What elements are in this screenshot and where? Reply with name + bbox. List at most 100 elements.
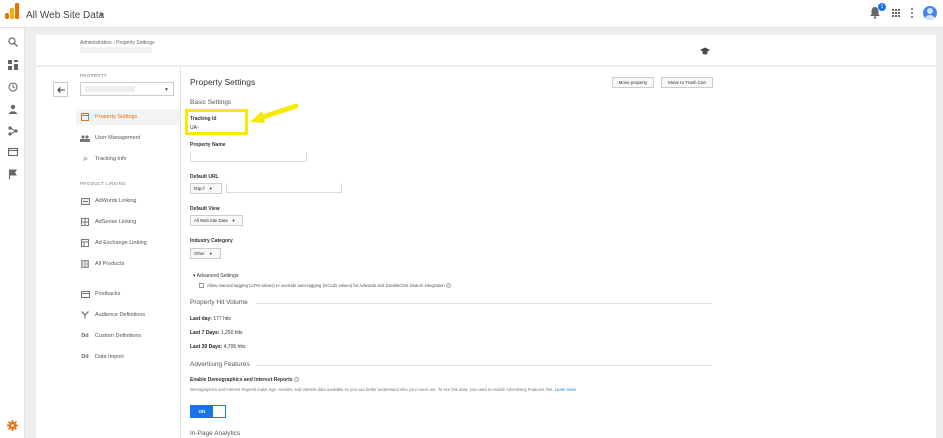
in-page-analytics-heading: In-Page Analytics [190,430,241,437]
advanced-settings-toggle[interactable]: ▾ Advanced Settings [193,273,238,279]
demographics-desc-text: Demographics and Interest Reports make A… [190,387,554,392]
graduation-cap-icon[interactable] [700,47,710,55]
manual-tagging-text: Allow manual tagging (UTM values) to ove… [207,283,445,288]
avatar[interactable] [923,6,937,20]
sidebar-item-adsense-linking[interactable]: AdSense Linking [80,215,136,229]
top-bar: All Web Site Data ▼ 1 [0,0,943,28]
url-scheme-dropdown[interactable]: http://▼ [190,183,222,194]
sidebar-item-label: Custom Definitions [95,333,142,339]
redacted-property-name [85,86,135,92]
sidebar-item-tracking-info[interactable]: .js Tracking Info [80,152,127,166]
demographics-toggle[interactable]: ON [190,405,226,418]
sidebar-item-adwords-linking[interactable]: AdWords Linking [80,194,136,208]
annotation-arrow-icon [250,104,298,123]
default-view-label: Default View [190,206,220,212]
sidebar-item-custom-definitions[interactable]: Dd Custom Definitions [80,329,141,343]
notification-badge: 1 [878,3,886,11]
dd-icon: Dd [81,354,89,360]
help-icon[interactable]: ? [293,377,299,382]
default-url-label: Default URL [190,174,219,180]
sidebar-item-audience-definitions[interactable]: Audience Definitions [80,308,145,322]
chevron-down-icon: ▼ [208,186,213,191]
page-title: Property Settings [190,77,256,87]
sidebar-item-user-management[interactable]: User Management [80,131,140,145]
demographics-description: Demographics and Interest Reports make A… [190,386,715,393]
move-property-button[interactable]: Move property [612,77,654,88]
last-7-days-label: Last 7 Days: [190,330,220,336]
sidebar-item-postbacks[interactable]: Postbacks [80,287,120,301]
sidebar-item-ad-exchange-linking[interactable]: Ad Exchange Linking [80,236,147,250]
search-icon[interactable] [7,36,18,47]
last-day-value: 177 hits [213,316,231,322]
default-view-dropdown[interactable]: All Web Site Data ▼ [190,215,243,226]
default-view-value: All Web Site Data [194,218,228,223]
property-name-input[interactable] [190,152,307,162]
sidebar-item-label: AdSense Linking [95,219,137,225]
back-button[interactable] [53,82,68,97]
last-7-days-hits: Last 7 Days: 1,250 hits [190,330,243,336]
sidebar-item-property-settings[interactable]: Property Settings [80,110,137,124]
property-dropdown[interactable]: ▼ [80,82,174,96]
analytics-logo-icon[interactable] [5,3,19,19]
audience-icon [80,311,90,319]
basic-settings-heading: Basic Settings [190,99,232,106]
adwords-icon [80,197,90,205]
help-icon[interactable]: ? [445,283,451,288]
learn-more-link[interactable]: Learn more [555,387,576,392]
left-rail [0,28,25,438]
url-scheme-value: http:// [194,186,205,191]
sidebar-item-label: Data Import [95,354,124,360]
sidebar-item-label: All Products [95,261,125,267]
sidebar-item-label: User Management [95,135,141,141]
industry-category-label: Industry Category [190,238,233,244]
users-icon [80,134,90,142]
demographics-label: Enable Demographics and Interest Reports… [190,377,299,383]
gear-icon[interactable] [7,418,18,431]
clock-icon[interactable] [7,81,18,92]
toggle-on-label: ON [191,406,213,417]
panel-divider [180,67,181,438]
industry-category-dropdown[interactable]: Other ▼ [190,248,221,259]
adexchange-icon [80,239,90,247]
sidebar-item-label: Audience Definitions [95,312,146,318]
hit-volume-heading: Property Hit Volume [190,299,248,306]
acquisition-icon[interactable] [7,125,18,136]
dd-icon: Dd [81,333,89,339]
chevron-down-icon: ▼ [164,87,169,93]
move-to-trash-button[interactable]: Move to Trash Can [661,77,713,88]
sidebar-item-data-import[interactable]: Dd Data Import [80,350,124,364]
more-options-icon[interactable] [910,8,914,18]
sidebar-item-label: Ad Exchange Linking [95,240,147,246]
person-icon[interactable] [7,103,18,114]
dashboard-icon[interactable] [7,59,18,70]
settings-page-icon [80,113,90,121]
sidebar-item-all-products[interactable]: All Products [80,257,124,271]
manual-tagging-checkbox[interactable] [199,283,204,288]
product-linking-heading: PRODUCT LINKING [80,181,126,186]
top-right-actions: 1 [869,3,937,21]
js-icon: .js [82,156,88,162]
manual-tagging-label: Allow manual tagging (UTM values) to ove… [207,283,451,288]
section-divider [256,365,712,366]
chevron-down-icon[interactable]: ▼ [98,12,105,19]
redacted-account-name [80,47,152,53]
breadcrumb[interactable]: Administration › Property Settings [80,40,154,46]
last-30-days-label: Last 30 Days: [190,344,223,350]
breadcrumb-card [36,35,936,65]
adsense-icon [80,218,90,226]
advertising-features-heading: Advertising Features [190,361,250,368]
default-url-input[interactable] [226,183,342,193]
advanced-settings-label: Advanced Settings [196,273,239,279]
last-30-days-hits: Last 30 Days: 4,706 hits [190,344,245,350]
account-property-selector[interactable]: All Web Site Data [26,10,104,21]
tracking-id-highlight [185,109,248,135]
postbacks-icon [80,290,90,298]
notifications-button[interactable]: 1 [869,3,886,20]
sidebar-item-label: AdWords Linking [95,198,137,204]
apps-grid-icon[interactable] [892,8,901,18]
products-icon [80,260,90,268]
demographics-text: Enable Demographics and Interest Reports [190,377,293,383]
section-divider [256,303,712,304]
flag-icon[interactable] [7,168,18,179]
behavior-icon[interactable] [7,146,18,157]
